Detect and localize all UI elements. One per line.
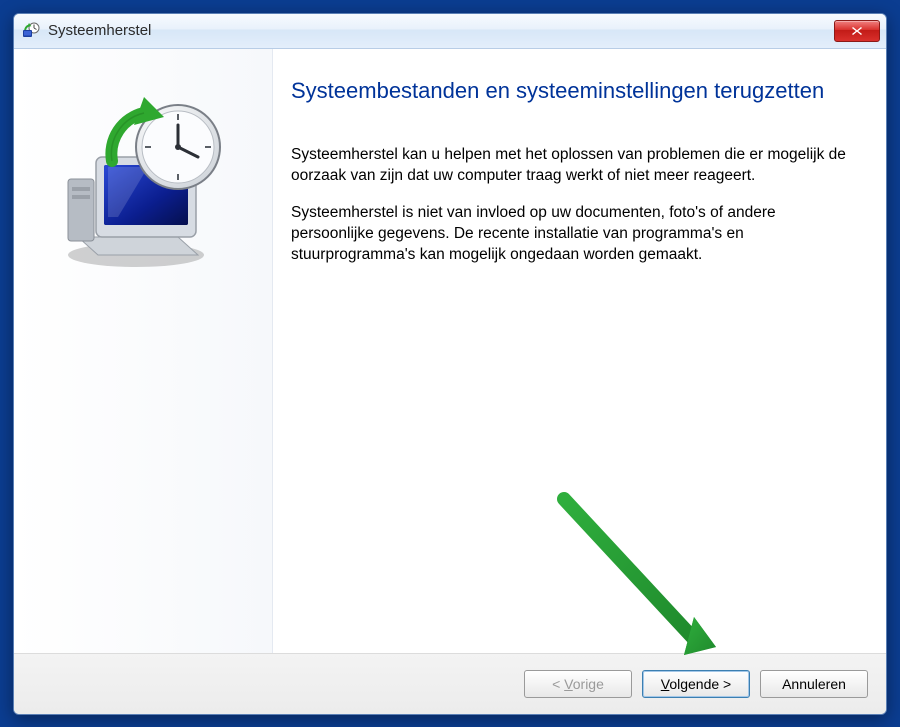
window-title: Systeemherstel <box>48 22 834 39</box>
intro-paragraph-2: Systeemherstel is niet van invloed op uw… <box>291 203 850 266</box>
system-restore-illustration <box>48 87 238 277</box>
next-button[interactable]: Volgende > <box>642 670 750 698</box>
content-panel: Systeembestanden en systeeminstellingen … <box>273 49 886 653</box>
next-button-rest: olgende > <box>669 676 731 692</box>
intro-paragraph-1: Systeemherstel kan u helpen met het oplo… <box>291 145 850 187</box>
back-button-rest: orige <box>573 676 604 692</box>
back-button-accel: V <box>564 676 573 692</box>
wizard-body: Systeembestanden en systeeminstellingen … <box>14 49 886 653</box>
system-restore-icon <box>22 22 40 40</box>
system-restore-window: Systeemherstel <box>13 13 887 715</box>
back-button-prefix: < <box>552 676 564 692</box>
back-button: < Vorige <box>524 670 632 698</box>
close-icon <box>851 26 863 36</box>
close-button[interactable] <box>834 20 880 42</box>
page-heading: Systeembestanden en systeeminstellingen … <box>291 77 850 106</box>
wizard-footer: < Vorige Volgende > Annuleren <box>14 653 886 714</box>
cancel-button[interactable]: Annuleren <box>760 670 868 698</box>
desktop-background: Systeemherstel <box>0 0 900 727</box>
titlebar[interactable]: Systeemherstel <box>14 14 886 49</box>
side-panel <box>14 49 273 653</box>
